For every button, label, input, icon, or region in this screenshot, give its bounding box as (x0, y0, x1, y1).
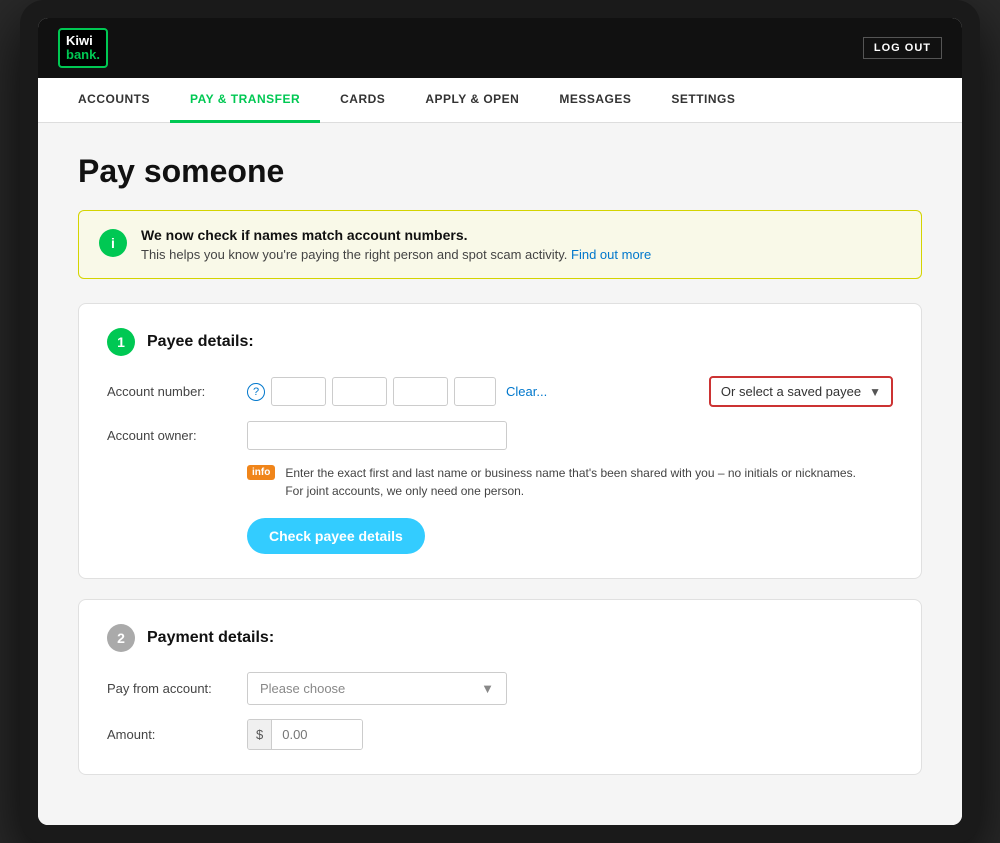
nav-item-messages[interactable]: MESSAGES (539, 78, 651, 123)
account-owner-row: Account owner: (107, 421, 893, 450)
section2-title: Payment details: (147, 629, 274, 647)
pay-from-row: Pay from account: Please choose ▼ (107, 672, 893, 705)
chevron-down-icon: ▼ (481, 681, 494, 696)
page-title: Pay someone (78, 153, 922, 190)
nav-item-pay-transfer[interactable]: PAY & TRANSFER (170, 78, 320, 123)
pay-from-placeholder: Please choose (260, 681, 345, 696)
amount-input[interactable] (272, 720, 362, 749)
info-notice: info Enter the exact first and last name… (247, 464, 893, 500)
saved-payee-label: Or select a saved payee (721, 384, 861, 399)
account-number-label: Account number: (107, 384, 237, 399)
help-icon[interactable]: ? (247, 383, 265, 401)
amount-label: Amount: (107, 727, 237, 742)
info-banner-text: We now check if names match account numb… (141, 227, 651, 262)
tablet-frame: Kiwibank. LOG OUT ACCOUNTS PAY & TRANSFE… (20, 0, 980, 843)
saved-payee-dropdown[interactable]: Or select a saved payee ▼ (709, 376, 893, 407)
account-number-row: Account number: ? Clear... Or select a s… (107, 376, 893, 407)
account-input-bank[interactable] (271, 377, 326, 406)
logout-button[interactable]: LOG OUT (863, 37, 942, 59)
content-area: Pay someone i We now check if names matc… (38, 123, 962, 825)
nav-item-cards[interactable]: CARDS (320, 78, 405, 123)
account-input-branch[interactable] (332, 377, 387, 406)
info-banner: i We now check if names match account nu… (78, 210, 922, 279)
find-out-more-link[interactable]: Find out more (571, 247, 651, 262)
payment-details-section: 2 Payment details: Pay from account: Ple… (78, 599, 922, 775)
chevron-down-icon: ▼ (869, 385, 881, 399)
account-input-account[interactable] (393, 377, 448, 406)
section2-header: 2 Payment details: (107, 624, 893, 652)
account-owner-input[interactable] (247, 421, 507, 450)
info-badge: info (247, 465, 275, 480)
account-input-suffix[interactable] (454, 377, 496, 406)
step1-badge: 1 (107, 328, 135, 356)
nav-item-accounts[interactable]: ACCOUNTS (58, 78, 170, 123)
step2-badge: 2 (107, 624, 135, 652)
account-owner-label: Account owner: (107, 428, 237, 443)
pay-from-select[interactable]: Please choose ▼ (247, 672, 507, 705)
top-bar: Kiwibank. LOG OUT (38, 18, 962, 78)
screen: Kiwibank. LOG OUT ACCOUNTS PAY & TRANSFE… (38, 18, 962, 825)
nav-item-settings[interactable]: SETTINGS (651, 78, 755, 123)
logo-text: Kiwibank. (66, 34, 100, 63)
nav-bar: ACCOUNTS PAY & TRANSFER CARDS APPLY & OP… (38, 78, 962, 123)
section1-title: Payee details: (147, 333, 254, 351)
pay-from-label: Pay from account: (107, 681, 237, 696)
clear-link[interactable]: Clear... (506, 384, 547, 399)
check-payee-button[interactable]: Check payee details (247, 518, 425, 554)
info-banner-heading: We now check if names match account numb… (141, 227, 651, 243)
account-fields: ? Clear... (247, 377, 699, 406)
logo: Kiwibank. (58, 28, 108, 69)
currency-symbol: $ (248, 720, 272, 749)
amount-field: $ (247, 719, 363, 750)
info-notice-text: Enter the exact first and last name or b… (285, 464, 856, 500)
amount-row: Amount: $ (107, 719, 893, 750)
section1-header: 1 Payee details: (107, 328, 893, 356)
payee-details-section: 1 Payee details: Account number: ? Clear… (78, 303, 922, 579)
info-banner-body: This helps you know you're paying the ri… (141, 247, 651, 262)
nav-item-apply-open[interactable]: APPLY & OPEN (405, 78, 539, 123)
info-icon: i (99, 229, 127, 257)
